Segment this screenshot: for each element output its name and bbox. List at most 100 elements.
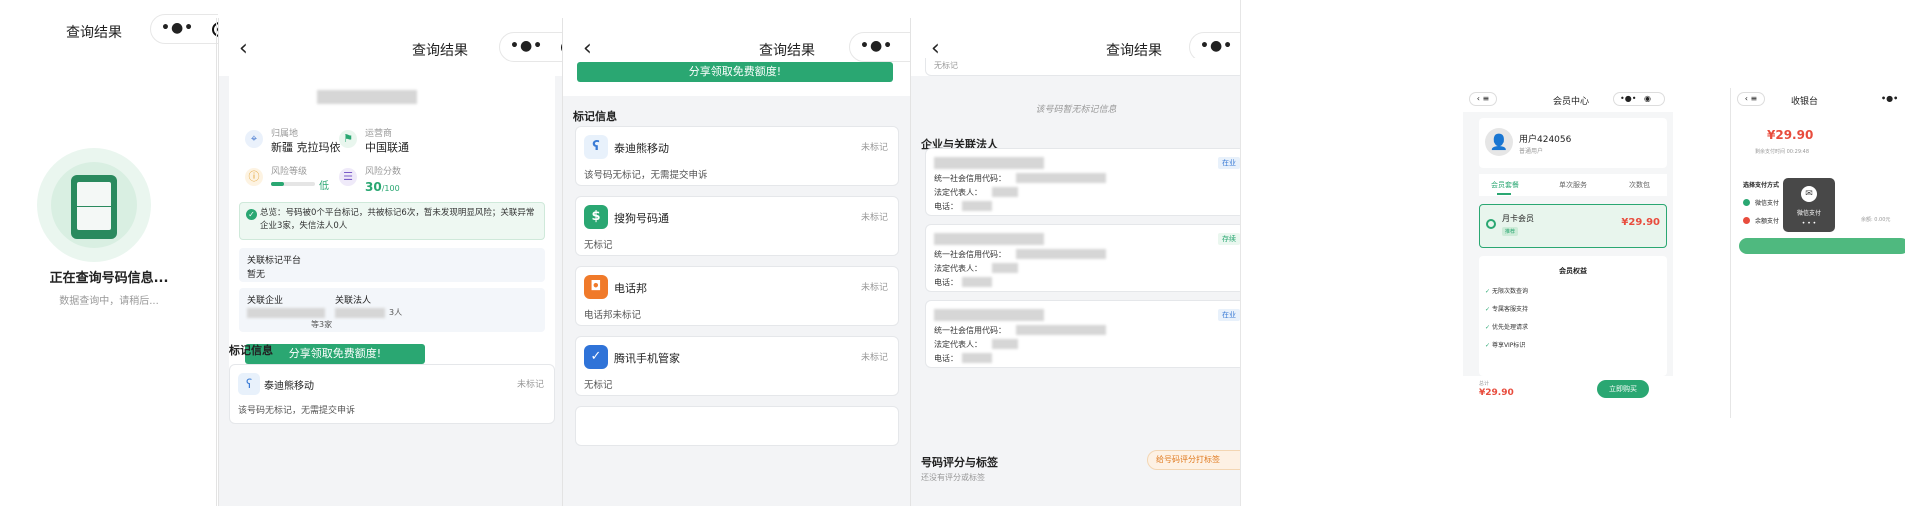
member-center-panel: ‹ ≡ 会员中心 •●• ◉ 👤 用户424056 普通用户 会员套餐 单次服务…	[1463, 88, 1673, 406]
plan-card[interactable]: 月卡会员 推荐 ¥29.90	[1479, 204, 1667, 248]
tab-pack[interactable]: 次数包	[1629, 180, 1650, 190]
phone-icon	[71, 175, 117, 239]
tab-single[interactable]: 单次服务	[1559, 180, 1587, 190]
check-circle-icon: ✓	[246, 209, 257, 220]
status-badge: 在业	[1218, 157, 1240, 169]
method-title: 选择支付方式	[1743, 182, 1780, 189]
shield-icon: ⓘ	[245, 168, 263, 186]
list-icon: ☰	[339, 168, 357, 186]
dianhuabang-icon: ◘	[584, 275, 608, 299]
avatar: 👤	[1485, 128, 1513, 156]
loading-subtitle: 数据查询中，请稍后...	[59, 296, 159, 307]
risk-bar	[271, 182, 315, 186]
benefit-item: ✓ 优先处理请求	[1485, 324, 1528, 331]
back-icon[interactable]: ‹	[583, 36, 592, 61]
menu-capsule[interactable]: •●• ◉	[1613, 92, 1665, 106]
masked-company-name	[934, 233, 1044, 245]
user-card: 👤 用户424056 普通用户	[1479, 118, 1667, 168]
status-badge: 在业	[1218, 309, 1240, 321]
result-panel-marks: ‹ 查询结果 •●• 分享领取免费额度! 标记信息 ʕ 泰迪熊移动 未标记 该号…	[562, 18, 910, 506]
more-icon[interactable]: •●•	[1200, 38, 1233, 54]
page-title: 查询结果	[759, 43, 815, 59]
check-icon: ✓	[1485, 306, 1492, 313]
more-icon[interactable]: •●•	[860, 38, 893, 54]
relation-box: 关联企业 关联法人 等3家 3人	[239, 288, 545, 332]
mark-item[interactable]: ʕ 泰迪熊移动 未标记 该号码无标记，无需提交申诉	[229, 364, 555, 424]
mark-item[interactable]: ◘ 电话邦 未标记 电话邦未标记	[575, 266, 899, 326]
tab-bar: 会员套餐 单次服务 次数包	[1479, 174, 1667, 196]
section-title: 标记信息	[573, 110, 617, 123]
cashier-panel: ‹ ≡ 收银台 •●• ¥29.90 剩余支付时间 00:29:48 选择支付方…	[1730, 88, 1905, 418]
mark-item[interactable]: ʕ 泰迪熊移动 未标记 该号码无标记，无需提交申诉	[575, 126, 899, 186]
loading-panel: 查询结果 •●• 正在查询号码信息... 数据查询中，请稍后...	[0, 0, 218, 506]
page-title: 会员中心	[1553, 97, 1590, 107]
nav-bar: ‹ 查询结果 •●• 分享领取免费额度!	[563, 18, 910, 96]
overview-card: ⌖ 归属地 新疆 克拉玛依 ⚑ 运营商 中国联通 ⓘ 风险等级 低 ☰ 风险分数…	[229, 68, 555, 408]
score-title: 号码评分与标签	[921, 456, 998, 469]
tab-membership[interactable]: 会员套餐	[1491, 180, 1519, 190]
loading-title: 正在查询号码信息...	[49, 271, 169, 286]
more-icon[interactable]: •●•	[510, 38, 543, 54]
benefit-item: ✓ 尊享VIP标识	[1485, 342, 1526, 349]
back-home-capsule[interactable]: ‹ ≡	[1469, 92, 1497, 106]
no-mark-text: 该号码暂无标记信息	[1035, 105, 1117, 115]
score-button[interactable]: 给号码评分打标签	[1147, 450, 1240, 470]
more-icon[interactable]: •●•	[161, 20, 194, 36]
company-card[interactable]: 存续 统一社会信用代码： 法定代表人： 电话：	[925, 224, 1240, 292]
loading-toast: ✉ 微信支付 • • •	[1783, 178, 1835, 232]
buy-button[interactable]: 立即购买	[1597, 380, 1649, 398]
menu-capsule[interactable]: •●•	[499, 32, 562, 62]
result-panel-overview: ‹ 查询结果 •●• ⌖ 归属地 新疆 克拉玛依 ⚑ 运营商 中国联通 ⓘ 风险…	[218, 18, 562, 506]
check-icon: ✓	[1485, 342, 1492, 349]
bear-icon: ʕ	[584, 135, 608, 159]
masked-company-name	[934, 157, 1044, 169]
pay-button[interactable]	[1739, 238, 1905, 254]
cut-card: 无标记	[925, 58, 1240, 76]
result-panel-company: ‹ 查询结果 •●• 无标记 该号码暂无标记信息 企业与关联法人 在业 统一社会…	[910, 18, 1240, 506]
more-icon[interactable]: •●•	[1881, 94, 1898, 103]
company-card[interactable]: 在业 统一社会信用代码： 法定代表人： 电话：	[925, 300, 1240, 368]
back-icon[interactable]: ‹	[239, 36, 248, 61]
page-title: 查询结果	[66, 25, 122, 41]
page-title: 查询结果	[412, 43, 468, 59]
score-subtitle: 还没有评分或标签	[921, 473, 985, 482]
back-home-capsule[interactable]: ‹ ≡	[1737, 92, 1765, 106]
bear-icon: ʕ	[238, 373, 260, 395]
nav-bar: ‹ ≡ 收银台 •●•	[1731, 88, 1905, 112]
flag-icon: ⚑	[339, 130, 357, 148]
benefit-item: ✓ 专属客服支持	[1485, 306, 1528, 313]
check-icon: ✓	[1485, 324, 1492, 331]
mark-item[interactable]: $ 搜狗号码通 未标记 无标记	[575, 196, 899, 256]
page-title: 收银台	[1791, 97, 1819, 107]
bottom-bar: 总计 ¥29.90 立即购买	[1463, 376, 1673, 406]
user-name: 用户424056	[1519, 135, 1572, 145]
countdown: 剩余支付时间 00:29:48	[1755, 149, 1810, 155]
pay-amount: ¥29.90	[1767, 128, 1814, 142]
nav-bar: ‹ ≡ 会员中心 •●• ◉	[1463, 88, 1673, 112]
loading-illustration	[37, 148, 151, 262]
share-button[interactable]: 分享领取免费额度!	[577, 62, 893, 82]
balance-pay-icon	[1743, 217, 1750, 224]
sogou-icon: $	[584, 205, 608, 229]
status-badge: 存续	[1218, 233, 1240, 245]
company-card[interactable]: 在业 统一社会信用代码： 法定代表人： 电话：	[925, 148, 1240, 216]
location-icon: ⌖	[245, 130, 263, 148]
total-price: ¥29.90	[1479, 388, 1514, 398]
check-icon: ✓	[1485, 288, 1492, 295]
mark-item[interactable]: ✓ 腾讯手机管家 未标记 无标记	[575, 336, 899, 396]
menu-capsule[interactable]: •●•	[150, 14, 218, 44]
benefit-item: ✓ 无限次数查询	[1485, 288, 1528, 295]
radio-selected-icon	[1486, 219, 1496, 229]
user-type: 普通用户	[1519, 148, 1544, 155]
menu-capsule[interactable]: •●•	[849, 32, 910, 62]
wechat-icon: ✉	[1801, 186, 1817, 202]
masked-company-name	[934, 309, 1044, 321]
masked-phone-number	[317, 90, 417, 104]
nav-bar: 查询结果 •●•	[0, 0, 218, 58]
benefits-card: 会员权益 ✓ 无限次数查询 ✓ 专属客服支持 ✓ 优先处理请求 ✓ 尊享VIP标识	[1479, 256, 1667, 376]
section-title: 标记信息	[229, 344, 273, 357]
platform-box: 关联标记平台 暂无	[239, 248, 545, 282]
summary-box: ✓ 总览：号码被0个平台标记，共被标记6次，暂未发现明显风险；关联异常企业3家，…	[239, 202, 545, 240]
tencent-shield-icon: ✓	[584, 345, 608, 369]
mark-item[interactable]	[575, 406, 899, 446]
